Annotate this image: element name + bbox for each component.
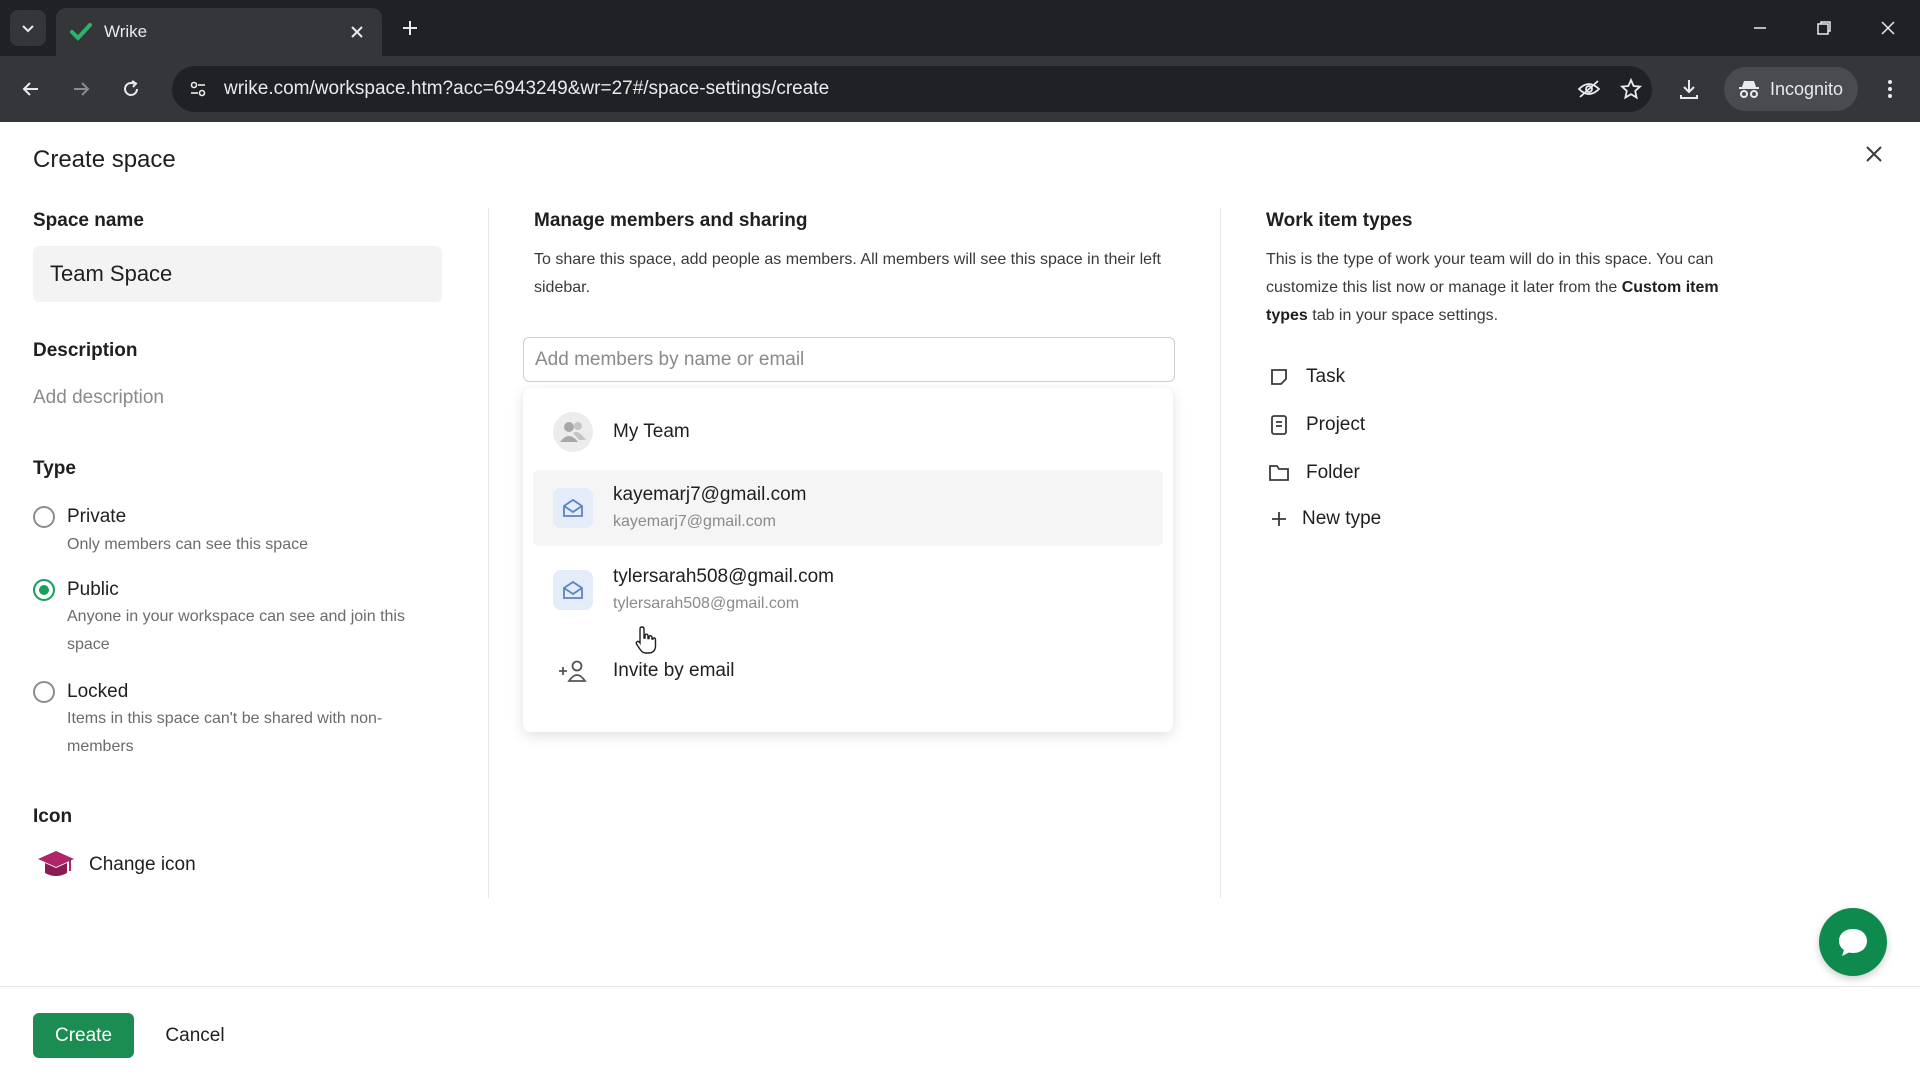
new-type-label: New type [1302, 508, 1382, 529]
graduation-cap-icon [38, 851, 74, 876]
email-avatar-icon [553, 570, 593, 610]
tracking-protection-icon[interactable] [1568, 71, 1610, 107]
suggestion-name: My Team [613, 421, 690, 442]
radio-locked[interactable] [33, 681, 55, 703]
window-close-button[interactable] [1868, 10, 1908, 46]
new-type-button[interactable]: New type [1266, 505, 1381, 533]
work-item-types-heading: Work item types [1266, 210, 1413, 231]
forward-button[interactable] [64, 72, 98, 106]
members-suggestions-dropdown: My Team kayemarj7@gmail.com kayemarj7@gm… [523, 388, 1173, 732]
suggestion-my-team[interactable]: My Team [533, 398, 1163, 466]
space-name-label: Space name [33, 210, 144, 231]
reload-icon [124, 80, 138, 96]
radio-private-desc: Only members can see this space [67, 536, 308, 553]
more-vertical-icon [1888, 80, 1892, 98]
suggestion-tylersarah508[interactable]: tylersarah508@gmail.com tylersarah508@gm… [533, 552, 1163, 628]
email-avatar-icon [553, 488, 593, 528]
icon-label: Icon [33, 806, 73, 827]
suggestion-kayemarj7[interactable]: kayemarj7@gmail.com kayemarj7@gmail.com [533, 470, 1163, 546]
chat-bubble-icon [1839, 929, 1867, 956]
space-icon-preview[interactable] [36, 847, 76, 883]
suggestion-email: tylersarah508@gmail.com [613, 595, 800, 612]
add-person-icon [553, 651, 593, 691]
browser-tab[interactable]: Wrike [56, 8, 382, 56]
work-item-folder[interactable]: Folder [1266, 459, 1360, 487]
radio-locked-desc: Items in this space can't be shared with… [67, 710, 383, 755]
wrike-checkmark-icon [70, 23, 92, 41]
tab-close-icon[interactable] [346, 21, 368, 43]
restore-icon [1817, 21, 1831, 35]
radio-locked-label[interactable]: Locked [67, 681, 128, 703]
members-description: To share this space, add people as membe… [534, 251, 1161, 296]
radio-private-label[interactable]: Private [67, 506, 126, 528]
suggestion-name: kayemarj7@gmail.com [613, 484, 807, 505]
task-icon [1266, 364, 1292, 390]
suggestion-email: kayemarj7@gmail.com [613, 513, 776, 530]
incognito-label: Incognito [1770, 78, 1844, 99]
change-icon-button[interactable]: Change icon [89, 854, 196, 876]
page-title: Create space [33, 146, 176, 173]
minimize-icon [1754, 27, 1766, 29]
radio-public-desc: Anyone in your workspace can see and joi… [67, 608, 405, 653]
arrow-left-icon [22, 82, 38, 96]
dialog-footer: Create Cancel [0, 986, 1920, 1080]
browser-menu-button[interactable] [1873, 72, 1907, 106]
browser-tab-bar: Wrike [0, 0, 1920, 56]
folder-icon [1266, 460, 1292, 486]
close-icon [1881, 21, 1895, 35]
hand-cursor-icon [635, 626, 657, 654]
tab-title: Wrike [104, 22, 148, 41]
invite-by-email-label: Invite by email [613, 660, 735, 681]
close-icon [1866, 146, 1882, 162]
cancel-button[interactable]: Cancel [160, 1013, 230, 1058]
description-input[interactable]: Add description [33, 387, 164, 409]
tab-search-button[interactable] [10, 10, 46, 46]
browser-toolbar: wrike.com/workspace.htm?acc=6943249&wr=2… [0, 56, 1920, 122]
description-label: Description [33, 340, 138, 361]
work-item-types-description: This is the type of work your team will … [1266, 246, 1726, 330]
work-item-label: Task [1306, 366, 1346, 387]
dialog-close-button[interactable] [1862, 142, 1886, 166]
work-item-task[interactable]: Task [1266, 363, 1345, 391]
work-item-label: Project [1306, 414, 1366, 435]
work-item-label: Folder [1306, 462, 1360, 483]
invite-by-email-option[interactable]: Invite by email [533, 638, 1163, 704]
download-icon [1680, 80, 1698, 99]
chat-support-button[interactable] [1819, 908, 1887, 976]
site-settings-icon[interactable] [178, 79, 218, 99]
team-avatar-icon [553, 412, 593, 452]
project-icon [1266, 412, 1292, 438]
url-text[interactable]: wrike.com/workspace.htm?acc=6943249&wr=2… [224, 78, 1568, 100]
incognito-icon [1739, 81, 1759, 98]
members-heading: Manage members and sharing [534, 210, 808, 231]
bookmark-star-icon[interactable] [1610, 71, 1652, 107]
space-name-input[interactable]: Team Space [33, 246, 442, 302]
restore-button[interactable] [1804, 10, 1844, 46]
address-bar[interactable]: wrike.com/workspace.htm?acc=6943249&wr=2… [172, 66, 1652, 112]
minimize-button[interactable] [1740, 10, 1780, 46]
incognito-indicator[interactable]: Incognito [1724, 67, 1858, 111]
arrow-right-icon [74, 82, 90, 96]
column-divider [488, 208, 489, 898]
new-tab-button[interactable] [396, 14, 424, 42]
reload-button[interactable] [114, 72, 148, 106]
create-space-dialog: Create space Space name Team Space Descr… [0, 122, 1920, 1080]
plus-icon [403, 21, 417, 35]
suggestion-name: tylersarah508@gmail.com [613, 566, 834, 587]
downloads-button[interactable] [1672, 72, 1706, 106]
work-item-project[interactable]: Project [1266, 411, 1365, 439]
wit-desc-text-end: tab in your space settings. [1307, 307, 1499, 324]
radio-private[interactable] [33, 506, 55, 528]
back-button[interactable] [14, 72, 48, 106]
radio-public-label[interactable]: Public [67, 579, 119, 601]
radio-public[interactable] [33, 579, 55, 601]
plus-icon [1266, 506, 1292, 532]
chevron-down-icon [22, 25, 34, 33]
create-button[interactable]: Create [33, 1013, 134, 1058]
add-members-input[interactable]: Add members by name or email [523, 337, 1175, 382]
type-label: Type [33, 458, 76, 479]
column-divider [1220, 208, 1221, 898]
